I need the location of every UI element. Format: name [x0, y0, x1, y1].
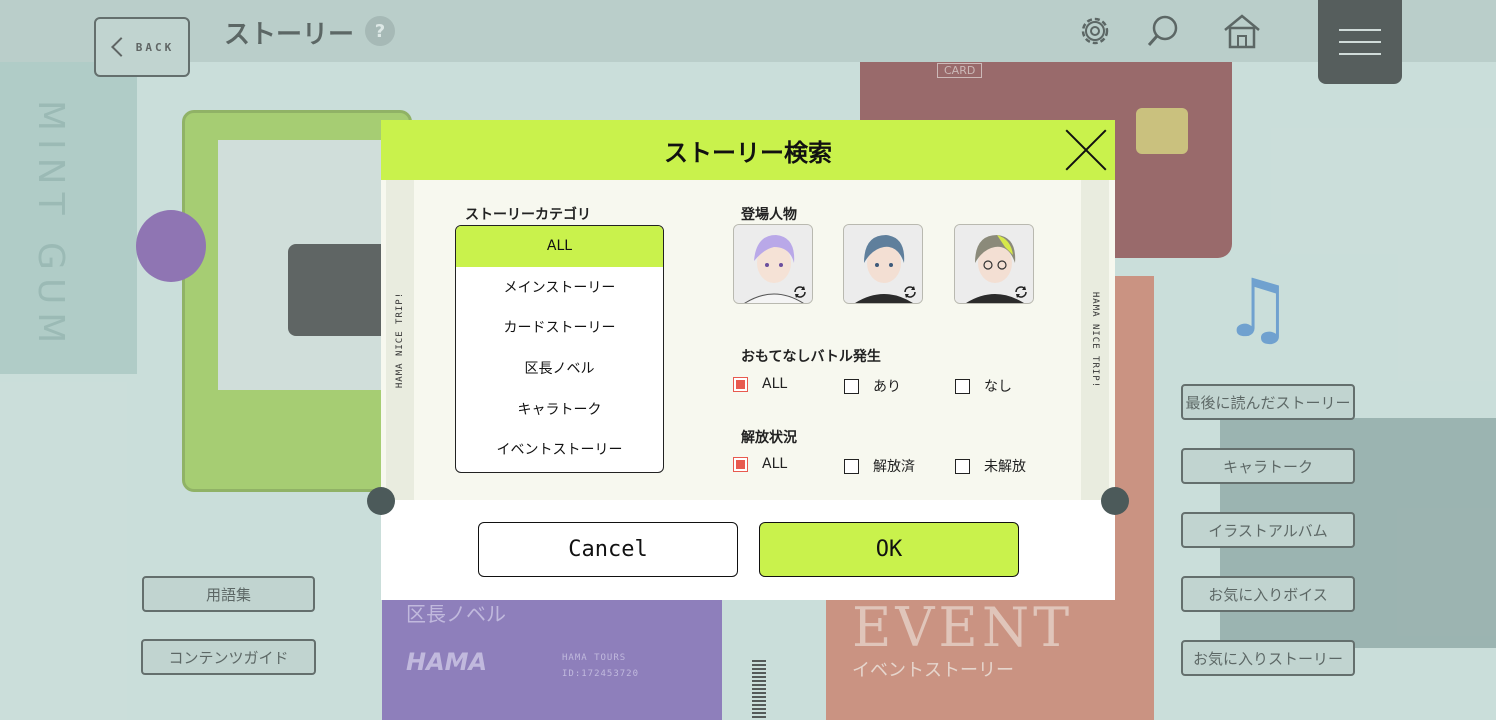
ok-button[interactable]: OK: [759, 522, 1019, 577]
checkbox[interactable]: [955, 378, 970, 394]
character-portrait-1[interactable]: [733, 224, 813, 304]
checkbox-checked[interactable]: [733, 456, 748, 472]
option-label: 解放済: [873, 459, 915, 475]
unlock-option-unlocked[interactable]: 解放済: [844, 456, 915, 476]
ticket-strip-left: HAMA NICE TRIP!: [386, 180, 414, 500]
checkbox-checked[interactable]: [733, 376, 748, 392]
refresh-icon: [904, 286, 916, 298]
dialog-header: ストーリー検索: [381, 120, 1115, 180]
category-list: ALL メインストーリー カードストーリー 区長ノベル キャラトーク イベントス…: [455, 225, 664, 473]
ticket-strip-text: HAMA NICE TRIP!: [395, 291, 405, 389]
battle-option-all[interactable]: ALL: [733, 376, 787, 392]
refresh-icon: [1015, 286, 1027, 298]
close-icon[interactable]: [1064, 128, 1108, 172]
ticket-strip-right: HAMA NICE TRIP!: [1081, 180, 1109, 500]
character-portrait-3[interactable]: [954, 224, 1034, 304]
cancel-button[interactable]: Cancel: [478, 522, 738, 577]
battle-option-yes[interactable]: あり: [844, 376, 901, 396]
checkbox[interactable]: [844, 458, 859, 474]
option-label: なし: [984, 379, 1012, 395]
option-label: 未解放: [984, 459, 1026, 475]
ticket-notch: [367, 487, 395, 515]
unlock-option-all[interactable]: ALL: [733, 456, 787, 472]
option-label: ALL: [762, 456, 788, 472]
ticket-notch: [1101, 487, 1129, 515]
option-label: ALL: [762, 376, 788, 392]
refresh-icon: [794, 286, 806, 298]
unlock-label: 解放状況: [741, 430, 797, 446]
category-label: ストーリーカテゴリ: [465, 207, 591, 223]
unlock-option-locked[interactable]: 未解放: [955, 456, 1026, 476]
category-item-card[interactable]: カードストーリー: [456, 307, 663, 348]
battle-option-no[interactable]: なし: [955, 376, 1012, 396]
category-item-all[interactable]: ALL: [456, 226, 663, 267]
ticket-strip-text: HAMA NICE TRIP!: [1090, 291, 1100, 389]
battle-label: おもてなしバトル発生: [741, 349, 881, 365]
category-item-chara-talk[interactable]: キャラトーク: [456, 388, 663, 429]
character-portrait-2[interactable]: [843, 224, 923, 304]
checkbox[interactable]: [844, 378, 859, 394]
category-item-novel[interactable]: 区長ノベル: [456, 348, 663, 389]
category-item-main[interactable]: メインストーリー: [456, 267, 663, 308]
option-label: あり: [873, 379, 901, 395]
characters-label: 登場人物: [741, 207, 797, 223]
checkbox[interactable]: [955, 458, 970, 474]
dialog-title: ストーリー検索: [664, 138, 832, 167]
category-item-event[interactable]: イベントストーリー: [456, 429, 663, 470]
